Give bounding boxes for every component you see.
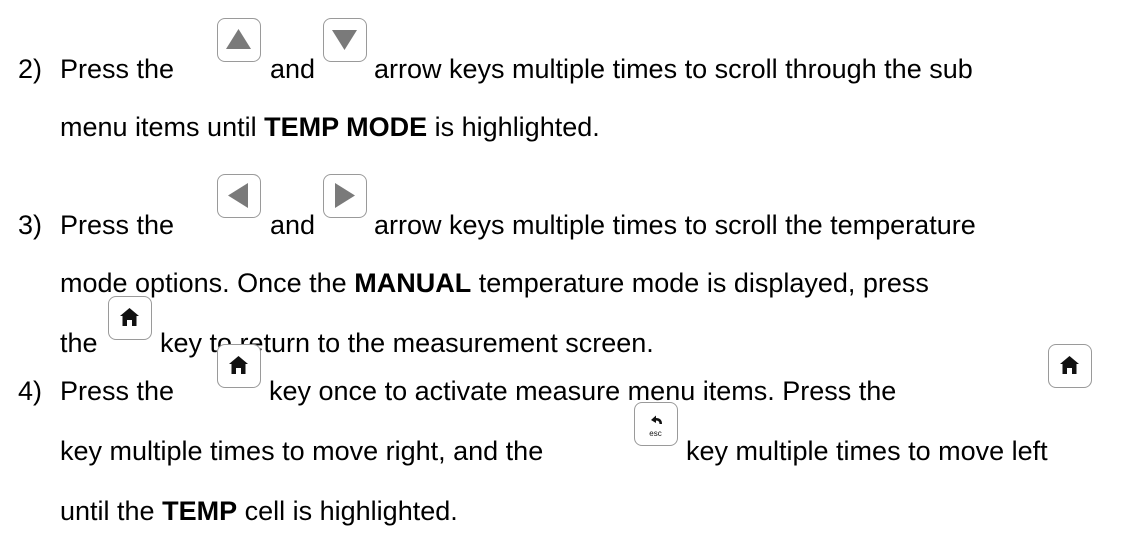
- esc-label: esc: [649, 429, 661, 438]
- step-text: Press the: [60, 54, 175, 84]
- step-text: arrow keys multiple times to scroll the …: [374, 210, 976, 240]
- step-text: key multiple times to move right, and th…: [60, 436, 544, 466]
- step-line: menu items until TEMP MODE is highlighte…: [60, 114, 600, 141]
- step-line: arrow keys multiple times to scroll thro…: [374, 56, 973, 83]
- step-line: key multiple times to move right, and th…: [60, 438, 543, 465]
- home-key: [217, 344, 261, 388]
- step-text: until the: [60, 496, 155, 526]
- down-arrow-key: [323, 18, 367, 62]
- step-text: mode options. Once the: [60, 268, 347, 298]
- step-bold-text: TEMP: [162, 496, 238, 526]
- left-arrow-key: [217, 174, 261, 218]
- step-text: arrow keys multiple times to scroll thro…: [374, 54, 973, 84]
- step-line: and: [270, 56, 315, 83]
- step-number: 3): [18, 210, 43, 240]
- step-number: 4): [18, 376, 43, 406]
- step-text: cell is highlighted.: [244, 496, 458, 526]
- step-text: Press the: [60, 210, 175, 240]
- step-text: menu items until: [60, 112, 257, 142]
- step-bold-text: MANUAL: [354, 268, 472, 298]
- step-text: and: [270, 210, 316, 240]
- home-key: [1048, 344, 1092, 388]
- esc-key: esc: [634, 402, 678, 446]
- step-line: mode options. Once the MANUAL temperatur…: [60, 270, 929, 297]
- step-text: the: [60, 328, 98, 358]
- step-line: Press the: [60, 378, 174, 405]
- home-key: [108, 296, 152, 340]
- step-bold-text: TEMP MODE: [264, 112, 428, 142]
- step-number: 2): [18, 54, 43, 84]
- step-line: key once to activate measure menu items.…: [269, 378, 896, 405]
- step-line: Press the: [60, 56, 174, 83]
- up-arrow-key: [217, 18, 261, 62]
- step-line: until the TEMP cell is highlighted.: [60, 498, 458, 525]
- step-text: key multiple times to move left: [686, 436, 1048, 466]
- step-line: key multiple times to move left: [686, 438, 1048, 465]
- step-text: temperature mode is displayed, press: [478, 268, 929, 298]
- step-text: is highlighted.: [434, 112, 600, 142]
- step-line: the: [60, 330, 98, 357]
- step-text: key once to activate measure menu items.…: [269, 376, 897, 406]
- step-text: Press the: [60, 376, 175, 406]
- step-line: Press the: [60, 212, 174, 239]
- step-line: and: [270, 212, 315, 239]
- step-line: arrow keys multiple times to scroll the …: [374, 212, 976, 239]
- right-arrow-key: [323, 174, 367, 218]
- step-text: and: [270, 54, 316, 84]
